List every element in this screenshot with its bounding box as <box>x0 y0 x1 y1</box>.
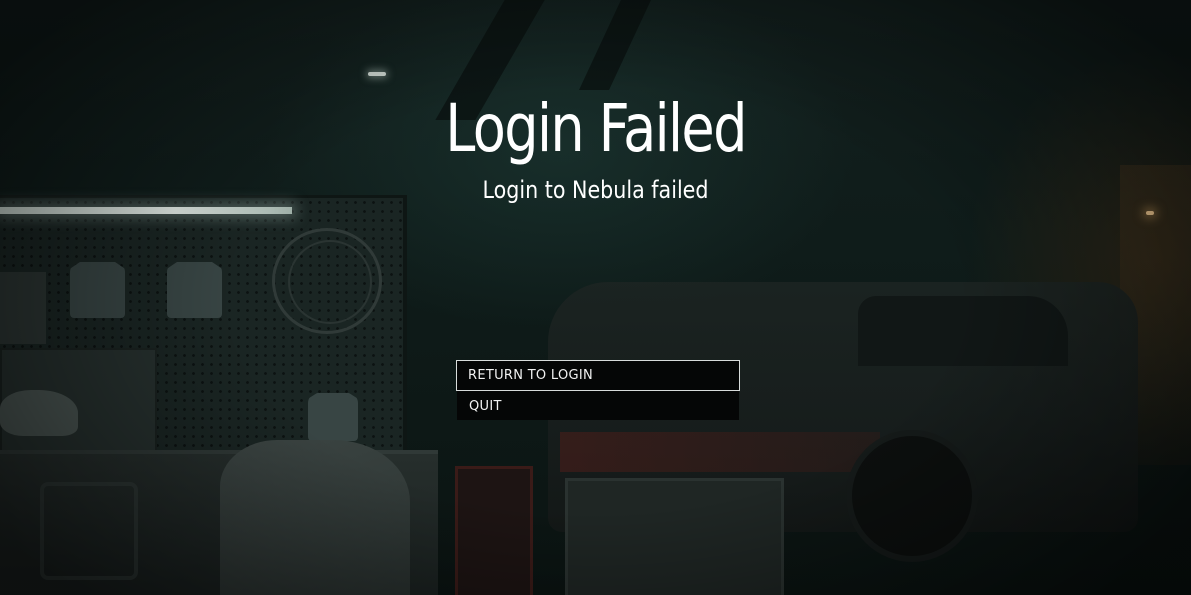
page-title: Login Failed <box>445 90 747 167</box>
quit-button[interactable]: QUIT <box>457 391 739 420</box>
menu: RETURN TO LOGIN QUIT <box>456 360 740 420</box>
error-message: Login to Nebula failed <box>482 176 709 204</box>
return-to-login-button[interactable]: RETURN TO LOGIN <box>456 360 740 391</box>
